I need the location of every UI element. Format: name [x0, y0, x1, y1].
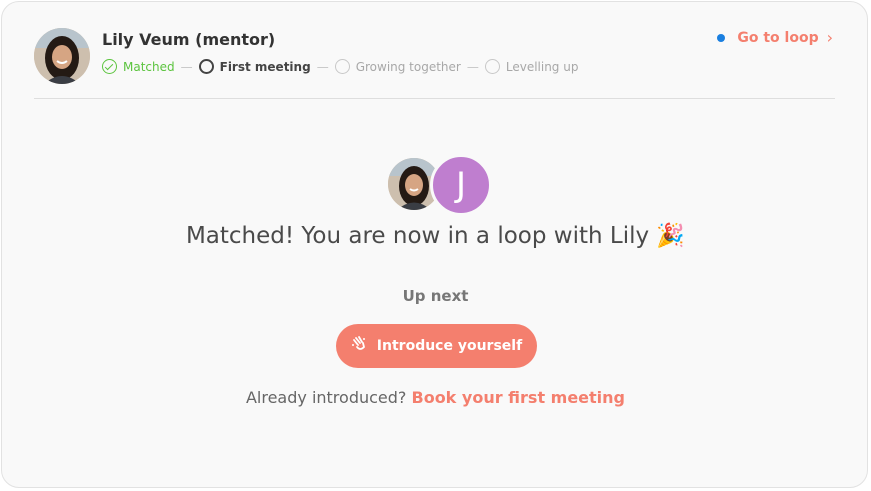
step-label: Levelling up	[505, 59, 579, 74]
circle-outline-icon	[198, 59, 214, 74]
status-dot-icon	[717, 33, 726, 42]
step-levelling-up: Levelling up	[484, 59, 579, 74]
go-to-loop-label: Go to loop	[737, 29, 819, 46]
wave-hand-icon	[351, 336, 367, 356]
progress-steps: Matched — First meeting — Growing togeth…	[102, 59, 578, 74]
already-introduced-text: Already introduced?	[245, 388, 407, 407]
introduce-yourself-button[interactable]: Introduce yourself	[336, 324, 537, 368]
step-separator: —	[316, 59, 329, 74]
mentor-header: Lily Veum (mentor) Matched — First meeti…	[34, 26, 835, 99]
headline-text: Matched! You are now in a loop with Lily	[185, 223, 650, 249]
check-circle-icon	[102, 59, 117, 74]
step-label: Growing together	[355, 59, 461, 74]
step-separator: —	[180, 59, 193, 74]
step-growing-together: Growing together	[334, 59, 461, 74]
loop-card: Lily Veum (mentor) Matched — First meeti…	[1, 1, 868, 488]
mentor-name: Lily Veum (mentor)	[102, 30, 276, 49]
book-first-meeting-link[interactable]: Book your first meeting	[412, 388, 626, 407]
go-to-loop-link[interactable]: Go to loop ›	[717, 28, 833, 47]
up-next-label: Up next	[402, 287, 469, 305]
book-meeting-line: Already introduced? Book your first meet…	[2, 388, 869, 407]
introduce-yourself-label: Introduce yourself	[376, 338, 523, 354]
step-label: First meeting	[219, 59, 311, 74]
matched-avatars: J	[386, 154, 492, 216]
step-first-meeting: First meeting	[198, 59, 311, 74]
step-matched: Matched	[102, 59, 175, 74]
chevron-right-icon: ›	[826, 28, 833, 47]
circle-outline-icon	[334, 59, 350, 74]
mentee-avatar: J	[430, 154, 492, 216]
step-separator: —	[466, 59, 479, 74]
circle-outline-icon	[484, 59, 500, 74]
party-popper-icon: 🎉	[656, 223, 686, 249]
step-label: Matched	[123, 59, 175, 74]
match-headline: Matched! You are now in a loop with Lily…	[2, 222, 869, 249]
mentor-avatar	[34, 28, 90, 84]
